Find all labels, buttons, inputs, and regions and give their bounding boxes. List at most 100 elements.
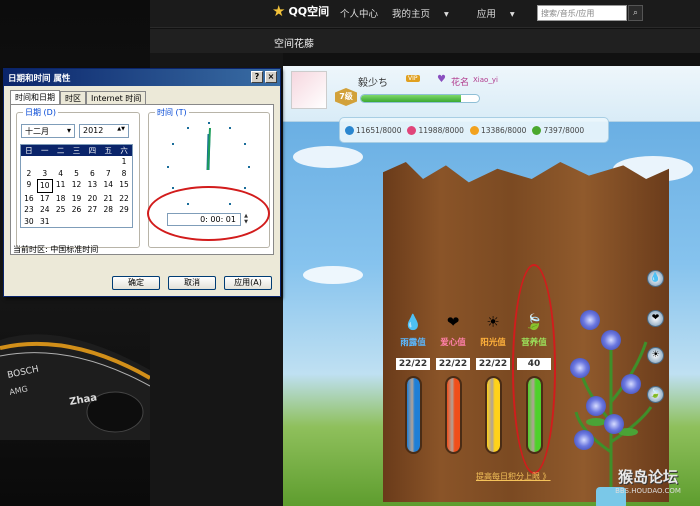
clock-tick [172, 143, 174, 145]
stat-column-love: ❤ 爱心值 22/22 [436, 313, 470, 454]
stats-panel: 11651/8000 11988/8000 13386/8000 7397/80… [339, 117, 609, 143]
month-select[interactable]: 十二月 ▾ [21, 124, 75, 138]
calendar-day[interactable]: 25 [53, 204, 69, 216]
nav-link-my-home[interactable]: 我的主页 ▾ [392, 6, 463, 20]
ok-button[interactable]: 确定 [112, 276, 160, 290]
calendar-day[interactable]: 7 [100, 168, 116, 180]
stat-column-sun: ☀ 阳光值 22/22 [476, 313, 510, 454]
vip-badge: VIP [406, 75, 420, 82]
search-button[interactable]: ⌕ [628, 5, 643, 21]
red-highlight-ellipse [147, 186, 270, 241]
stat-value: 7397/8000 [543, 125, 585, 135]
stat-value: 13386/8000 [480, 125, 527, 135]
xp-progress-bar [360, 94, 480, 103]
calendar-day[interactable]: 8 [116, 168, 132, 180]
red-highlight-ellipse [512, 264, 556, 474]
qzone-logo[interactable]: ★ QQ空间 [272, 3, 329, 19]
calendar-day[interactable]: 3 [37, 168, 53, 180]
dialog-titlebar[interactable]: 日期和时间 属性 ? × [4, 69, 280, 86]
heart-icon [407, 125, 417, 135]
calendar-day[interactable]: 1 [116, 156, 132, 168]
flower-name-label: 花名 [451, 78, 470, 88]
heart-icon: ❤ [446, 313, 460, 331]
flower-bloom [586, 396, 606, 416]
stat-value: 11988/8000 [418, 125, 464, 135]
calendar-empty [69, 156, 85, 168]
watermark-title: 猴岛论坛 [617, 468, 678, 486]
stat-value: 11651/8000 [356, 125, 402, 135]
sun-icon [469, 125, 479, 135]
year-stepper[interactable]: 2012 ▲▼ [79, 124, 129, 138]
flower-bloom [580, 310, 600, 330]
calendar-day[interactable]: 22 [116, 193, 132, 205]
cancel-button[interactable]: 取消 [168, 276, 216, 290]
watermark-url: BBS.HOUDAO.COM [615, 487, 681, 495]
cloud [303, 266, 363, 284]
calendar-day[interactable]: 29 [116, 204, 132, 216]
search-input[interactable]: 搜索/音乐/应用 [537, 5, 627, 21]
calendar-day[interactable]: 17 [37, 193, 53, 205]
close-button[interactable]: × [265, 71, 277, 83]
calendar-day[interactable]: 6 [84, 168, 100, 180]
stat-nutrition: 7397/8000 [532, 125, 585, 135]
chevron-down-icon: ▾ [444, 9, 449, 20]
page-title: 空间花藤 [274, 39, 314, 50]
calendar-day[interactable]: 13 [84, 179, 100, 193]
nav-link-apps[interactable]: 应用 ▾ [477, 6, 529, 20]
calendar-day[interactable]: 21 [100, 193, 116, 205]
calendar-day[interactable]: 2 [21, 168, 37, 180]
calendar-day[interactable]: 26 [69, 204, 85, 216]
clock-tick [244, 143, 246, 145]
calendar-day[interactable]: 5 [69, 168, 85, 180]
calendar-day[interactable]: 27 [84, 204, 100, 216]
calendar-day[interactable]: 18 [53, 193, 69, 205]
level-tube [484, 376, 502, 454]
timezone-label: 当前时区: [13, 245, 48, 254]
calendar-day[interactable]: 12 [69, 179, 85, 193]
help-button[interactable]: ? [251, 71, 263, 83]
calendar-day[interactable]: 24 [37, 204, 53, 216]
side-sun-button[interactable]: ☀ [647, 347, 664, 364]
user-name[interactable]: 毅少ち [358, 74, 388, 89]
clock-tick [208, 122, 210, 124]
weekday-label: 一 [41, 146, 49, 155]
tab-date-time[interactable]: 时间和日期 [10, 90, 60, 105]
calendar-day[interactable]: 16 [21, 193, 37, 205]
calendar-day[interactable]: 20 [84, 193, 100, 205]
calendar-day[interactable]: 28 [100, 204, 116, 216]
calendar-day[interactable]: 14 [100, 179, 116, 193]
apply-button[interactable]: 应用(A) [224, 276, 272, 290]
xp-progress-fill [361, 95, 462, 102]
clock-tick [244, 187, 246, 189]
clock-tick [167, 166, 169, 168]
raindrop-icon [345, 125, 354, 135]
calendar-day[interactable]: 11 [53, 179, 69, 193]
stat-rain: 11651/8000 [345, 125, 402, 135]
calendar-empty [37, 156, 53, 168]
side-love-button[interactable]: ❤ [647, 310, 664, 327]
sun-icon: ☀ [486, 313, 500, 331]
level-fill [486, 378, 500, 452]
side-nutrition-button[interactable]: 🍃 [647, 386, 664, 403]
chevron-down-icon: ▾ [66, 126, 71, 135]
spin-arrows-icon: ▲▼ [117, 126, 125, 132]
side-water-button[interactable]: 💧 [647, 270, 664, 287]
year-value: 2012 [83, 126, 104, 135]
calendar-day[interactable]: 15 [116, 179, 132, 193]
calendar: 日一二三四五六 1 2 3 4 5 6 7 8 9 10 11 12 13 14 15 16 17 18 19 20 2… [20, 144, 133, 228]
raise-limit-link[interactable]: 提高每日积分上限 》 [476, 471, 551, 482]
nav-link-label: 我的主页 [392, 9, 431, 20]
calendar-day[interactable]: 10 [36, 179, 53, 193]
calendar-day[interactable]: 4 [53, 168, 69, 180]
calendar-day[interactable]: 9 [21, 179, 37, 193]
avatar[interactable] [291, 71, 327, 109]
calendar-day[interactable]: 19 [69, 193, 85, 205]
calendar-day[interactable]: 30 [21, 216, 37, 228]
calendar-day[interactable]: 31 [37, 216, 53, 228]
watermark: 猴岛论坛 BBS.HOUDAO.COM [598, 466, 698, 506]
calendar-empty [84, 156, 100, 168]
nav-link-personal-center[interactable]: 个人中心 [340, 6, 378, 20]
calendar-day[interactable]: 23 [21, 204, 37, 216]
clock-tick [229, 127, 231, 129]
flower-bloom [621, 374, 641, 394]
